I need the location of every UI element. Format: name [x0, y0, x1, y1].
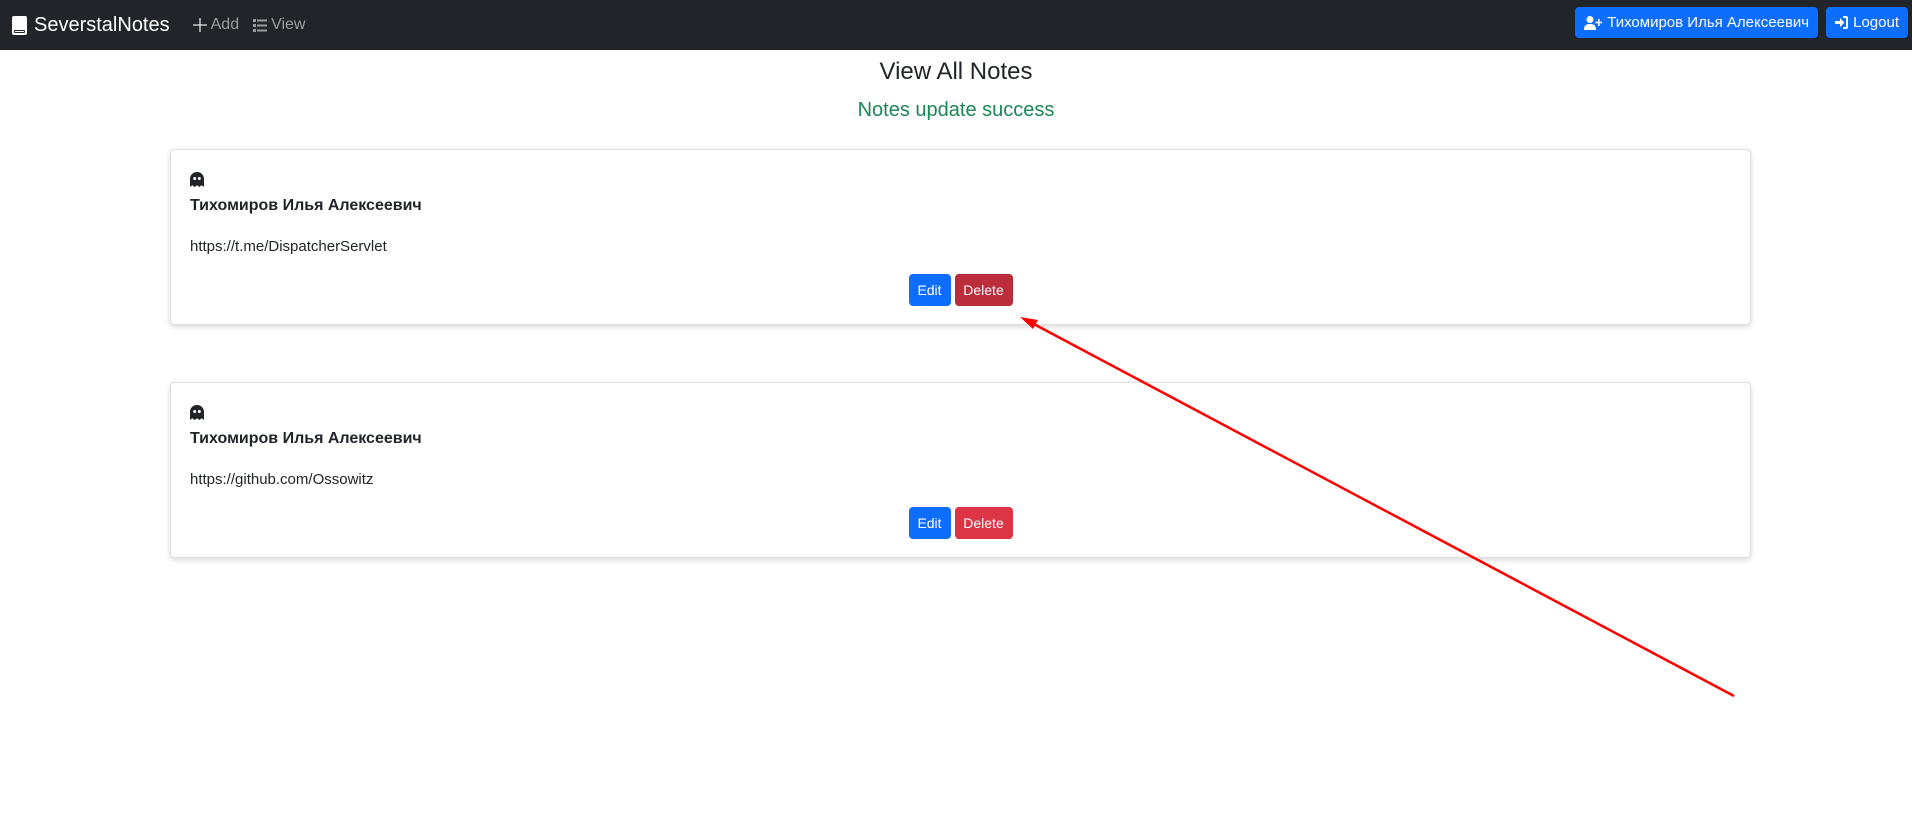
note-text: https://github.com/Ossowitz: [190, 471, 374, 488]
plus-icon: [192, 18, 207, 32]
note-card: Тихомиров Илья Алексеевич https://t.me/D…: [170, 149, 1751, 325]
nav-actions: Тихомиров Илья Алексеевич Logout: [1575, 7, 1908, 38]
user-profile-label: Тихомиров Илья Алексеевич: [1607, 14, 1810, 31]
page-title: View All Notes: [879, 58, 1033, 85]
note-text: https://t.me/DispatcherServlet: [190, 238, 387, 255]
user-plus-icon: [1584, 15, 1603, 30]
ghost-icon: [190, 405, 204, 420]
book-icon: [12, 15, 27, 35]
nav-link-view[interactable]: View: [253, 16, 305, 34]
edit-button[interactable]: Edit: [908, 507, 951, 539]
logout-button[interactable]: Logout: [1826, 7, 1908, 38]
delete-button[interactable]: Delete: [954, 507, 1013, 539]
user-profile-button[interactable]: Тихомиров Илья Алексеевич: [1575, 7, 1819, 38]
nav-link-view-label: View: [271, 16, 306, 33]
note-actions: Edit Delete: [171, 507, 1750, 539]
ghost-icon: [190, 172, 204, 187]
note-card: Тихомиров Илья Алексеевич https://github…: [170, 382, 1751, 558]
status-message: Notes update success: [857, 99, 1055, 121]
note-author: Тихомиров Илья Алексеевич: [190, 197, 422, 214]
nav-link-add-label: Add: [210, 16, 240, 33]
brand-link[interactable]: SeverstalNotes: [12, 14, 170, 37]
sign-in-icon: [1835, 16, 1849, 29]
brand-name: SeverstalNotes: [34, 13, 170, 36]
list-icon: [253, 18, 268, 32]
edit-button[interactable]: Edit: [908, 274, 951, 306]
delete-button[interactable]: Delete: [954, 274, 1013, 306]
nav-link-add[interactable]: Add: [192, 16, 240, 34]
logout-label: Logout: [1853, 14, 1899, 31]
note-actions: Edit Delete: [171, 274, 1750, 306]
note-author: Тихомиров Илья Алексеевич: [190, 430, 422, 447]
navbar: SeverstalNotes Add View Тихомиров Илья А…: [0, 0, 1912, 50]
